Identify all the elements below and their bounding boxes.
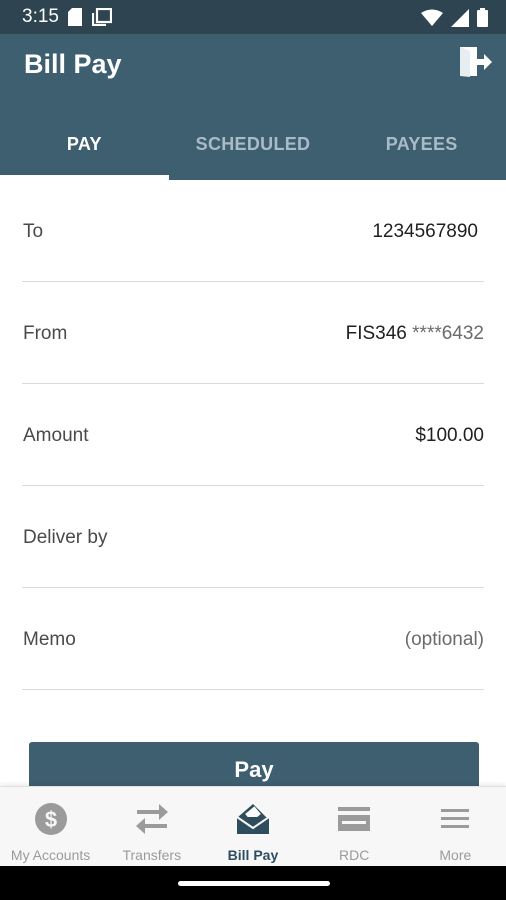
tab-bar: PAY SCHEDULED PAYEES [0,108,506,180]
bill-pay-form: To 1234567890 From FIS346 ****6432 Amoun… [0,180,506,690]
dollar-icon: $ [34,803,67,835]
bottom-nav: $ My Accounts Transfers Bill Pay RDC Mor… [0,786,506,866]
app-header: Bill Pay PAY SCHEDULED PAYEES [0,34,506,180]
bill-pay-icon [236,804,270,834]
status-time: 3:15 [22,6,59,27]
svg-text:$: $ [44,807,56,832]
memo-placeholder: (optional) [404,629,484,650]
nav-label-my-accounts: My Accounts [10,847,91,863]
amount-value: $100.00 [415,425,484,446]
nav-transfers[interactable]: Transfers [101,787,202,866]
memo-field[interactable]: Memo (optional) [22,588,484,690]
from-field[interactable]: From FIS346 ****6432 [22,282,484,384]
nav-label-rdc: RDC [338,847,370,863]
logout-icon [460,47,492,77]
nav-label-bill-pay: Bill Pay [227,847,279,863]
from-value: FIS346 ****6432 [346,323,484,345]
deliver-by-label: Deliver by [23,527,108,548]
menu-icon [441,809,470,828]
wifi-icon [421,9,443,26]
page-title: Bill Pay [24,49,122,79]
screenshot-icon [92,8,112,26]
battery-icon [477,8,488,27]
home-indicator[interactable] [178,881,330,886]
nav-label-more: More [439,847,472,863]
to-field[interactable]: To 1234567890 [22,180,484,282]
from-account-mask: ****6432 [412,323,484,344]
status-bar: 3:15 [0,0,506,34]
tab-pay[interactable]: PAY [0,108,169,180]
sd-card-icon [68,8,82,26]
nav-rdc[interactable]: RDC [304,787,405,866]
from-account-name: FIS346 [345,323,407,344]
amount-label: Amount [23,425,89,446]
amount-field[interactable]: Amount $100.00 [22,384,484,486]
tab-scheduled[interactable]: SCHEDULED [169,108,338,180]
tab-payees[interactable]: PAYEES [337,108,506,180]
memo-label: Memo [23,629,76,650]
nav-label-transfers: Transfers [122,847,182,863]
check-deposit-icon [338,807,371,831]
transfer-arrows-icon [135,804,168,834]
signal-icon [451,8,469,27]
nav-bill-pay[interactable]: Bill Pay [202,787,303,866]
nav-more[interactable]: More [405,787,506,866]
deliver-by-field[interactable]: Deliver by [22,486,484,588]
nav-my-accounts[interactable]: $ My Accounts [0,787,101,866]
from-label: From [23,323,68,344]
to-value: 1234567890 [372,221,478,242]
to-label: To [23,221,44,242]
logout-button[interactable] [458,44,494,80]
gesture-bar [0,866,506,900]
